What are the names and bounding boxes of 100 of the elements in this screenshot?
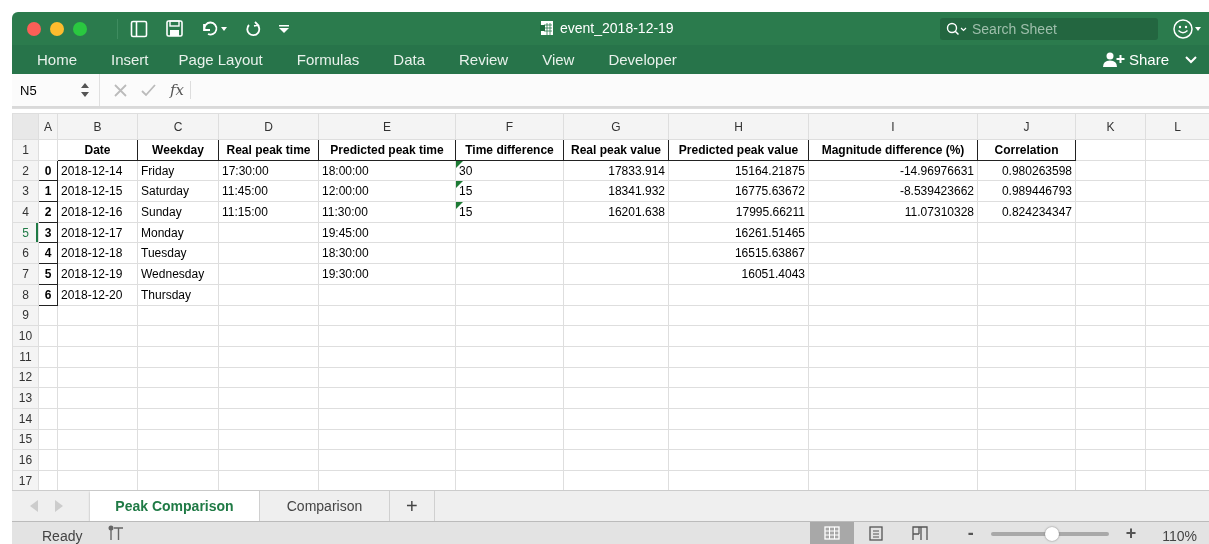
column-header[interactable]: D <box>218 113 319 140</box>
column-header[interactable]: B <box>57 113 138 140</box>
table-cell: 16515.63867 <box>734 246 805 261</box>
table-cell: Saturday <box>141 184 190 199</box>
column-title: Weekday <box>152 142 204 157</box>
save-icon[interactable] <box>166 20 183 37</box>
row-header[interactable]: 9 <box>12 305 39 326</box>
minimize-button[interactable] <box>50 21 64 36</box>
column-header[interactable]: H <box>668 113 809 140</box>
table-cell: 17:30:00 <box>222 163 269 178</box>
row-header[interactable]: 16 <box>12 449 39 471</box>
row-header[interactable]: 15 <box>12 429 39 450</box>
insert-function-button[interactable]: fx <box>170 81 191 99</box>
macro-record-icon[interactable] <box>108 525 125 541</box>
cancel-icon[interactable] <box>114 83 127 97</box>
row-header[interactable]: 5 <box>12 222 39 243</box>
row-header[interactable]: 14 <box>12 408 39 430</box>
ribbon-tab[interactable]: Developer <box>608 51 677 68</box>
table-cell: 11:30:00 <box>322 204 368 219</box>
index-cell: 6 <box>44 287 52 302</box>
ribbon-tab[interactable]: Page Layout <box>178 51 263 68</box>
table-cell: Wednesday <box>141 266 205 281</box>
column-title: Predicted peak value <box>678 142 799 157</box>
ribbon-tab[interactable]: View <box>542 51 575 68</box>
row-header[interactable]: 7 <box>12 263 39 285</box>
column-header[interactable]: F <box>455 113 564 140</box>
column-header[interactable]: L <box>1145 113 1209 140</box>
index-cell: 0 <box>44 163 52 178</box>
page-break-icon <box>911 525 928 541</box>
ribbon-tab[interactable]: Review <box>459 51 509 68</box>
undo-icon[interactable] <box>201 20 227 37</box>
row-header[interactable]: 12 <box>12 367 39 388</box>
zoom-slider-thumb[interactable] <box>1045 527 1060 541</box>
share-button[interactable]: Share <box>1102 51 1169 68</box>
page-icon <box>868 525 883 541</box>
table-cell: 11:45:00 <box>222 184 268 199</box>
column-header[interactable]: C <box>137 113 219 140</box>
error-indicator-icon[interactable] <box>456 161 463 168</box>
row-header[interactable]: 10 <box>12 325 39 347</box>
table-cell: 15164.21875 <box>734 163 805 178</box>
table-cell: 2018-12-14 <box>61 163 123 178</box>
table-cell: Sunday <box>141 204 182 219</box>
close-button[interactable] <box>27 21 41 36</box>
table-cell: 11.07310328 <box>904 204 974 219</box>
zoom-in-button[interactable]: + <box>1125 522 1137 544</box>
row-header[interactable]: 11 <box>12 346 39 368</box>
zoom-out-button[interactable]: - <box>967 522 974 544</box>
table-cell: 30 <box>459 163 473 178</box>
column-title: Real peak time <box>226 142 311 157</box>
smiley-icon[interactable] <box>1172 18 1202 40</box>
redo-icon[interactable] <box>245 20 261 37</box>
name-box[interactable]: N5 <box>12 74 100 106</box>
row-header[interactable]: 4 <box>12 201 39 223</box>
window-title: event_2018-12-19 <box>560 20 674 36</box>
row-header[interactable]: 2 <box>12 160 39 181</box>
row-header[interactable]: 1 <box>12 139 39 161</box>
column-header[interactable]: K <box>1075 113 1146 140</box>
ribbon-tab[interactable]: Insert <box>111 51 149 68</box>
sheet-tab[interactable]: Peak Comparison <box>90 491 260 521</box>
column-header[interactable]: I <box>808 113 978 140</box>
table-cell: 2018-12-15 <box>61 184 123 199</box>
chevron-down-icon[interactable] <box>1185 55 1197 64</box>
row-header[interactable]: 8 <box>12 284 39 305</box>
sidebar-icon[interactable] <box>130 19 148 38</box>
zoom-button[interactable] <box>73 21 87 36</box>
table-cell: 12:00:00 <box>322 184 369 199</box>
index-cell: 1 <box>44 184 52 199</box>
ribbon-tab[interactable]: Data <box>393 51 425 68</box>
ribbon-tab[interactable]: Formulas <box>296 51 360 68</box>
ribbon-tab[interactable]: Home <box>37 51 77 68</box>
table-cell: 18:00:00 <box>322 163 369 178</box>
table-cell: 19:45:00 <box>322 225 369 240</box>
row-header[interactable]: 6 <box>12 242 39 264</box>
table-cell: Tuesday <box>141 246 187 261</box>
column-header[interactable]: E <box>318 113 456 140</box>
search-field[interactable]: Search Sheet <box>940 18 1158 40</box>
index-cell: 5 <box>44 266 52 281</box>
stepper-icon <box>81 82 89 98</box>
grid-icon <box>823 526 840 540</box>
table-cell: Monday <box>141 225 184 240</box>
table-cell: 16775.63672 <box>734 184 805 199</box>
checkmark-icon[interactable] <box>141 83 156 97</box>
table-cell: 11:15:00 <box>222 204 268 219</box>
row-header[interactable]: 13 <box>12 387 39 409</box>
table-cell: 17833.914 <box>608 163 665 178</box>
table-cell: 18:30:00 <box>322 246 369 261</box>
row-header[interactable]: 17 <box>12 470 39 490</box>
customize-caret-icon[interactable] <box>279 23 289 34</box>
table-cell: 16261.51465 <box>734 225 805 240</box>
table-cell: 2018-12-16 <box>61 204 123 219</box>
table-cell: 2018-12-17 <box>61 225 123 240</box>
table-cell: 16201.638 <box>608 204 665 219</box>
table-cell: 18341.932 <box>608 184 665 199</box>
table-cell: 17995.66211 <box>735 204 805 219</box>
normal-view-button[interactable] <box>809 522 854 544</box>
column-header[interactable]: G <box>563 113 669 140</box>
column-header[interactable]: J <box>977 113 1076 140</box>
row-header[interactable]: 3 <box>12 180 39 202</box>
index-cell: 4 <box>44 246 52 261</box>
search-icon <box>946 22 968 36</box>
